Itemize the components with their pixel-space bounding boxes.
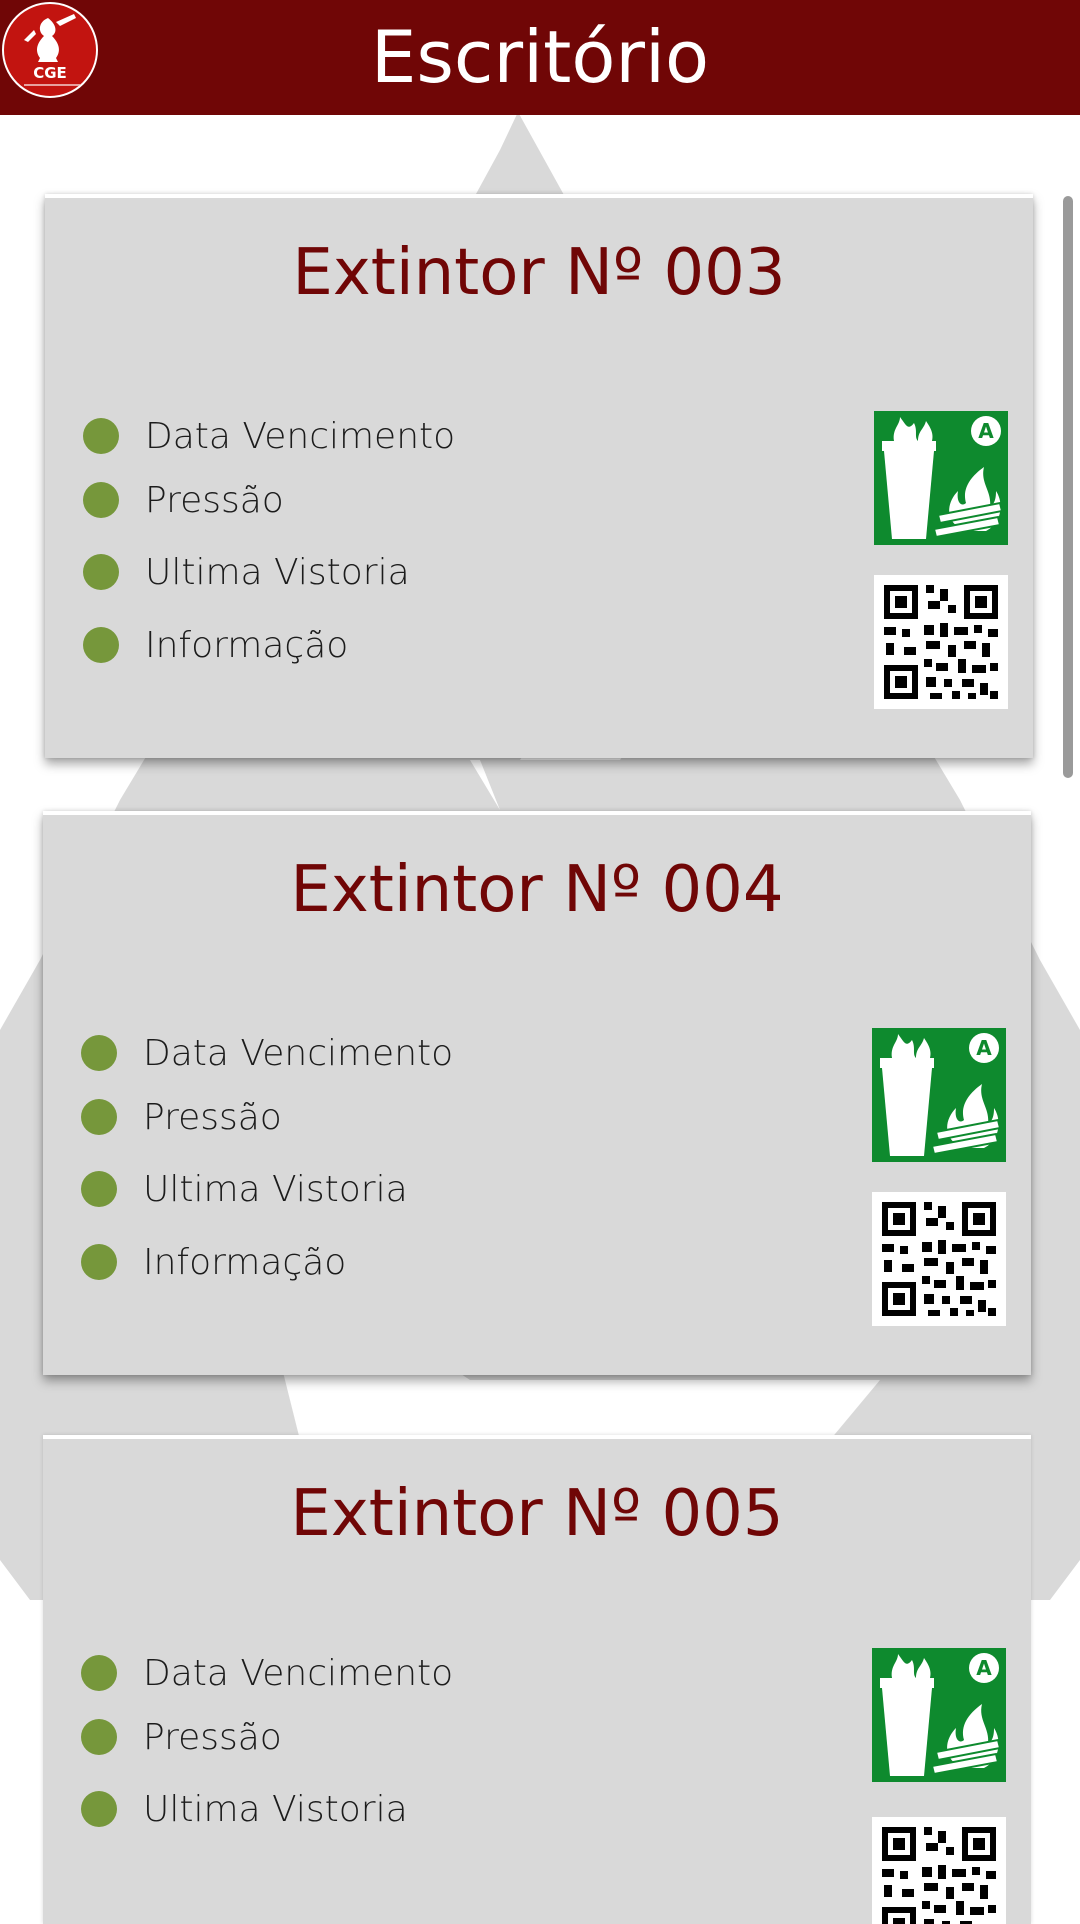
card-title: Extintor Nº 003 [292,236,786,310]
status-dot-icon [83,482,119,518]
qr-code-icon[interactable] [872,1817,1006,1924]
list-item-data-vencimento[interactable]: Data Vencimento [81,1029,453,1077]
card-title: Extintor Nº 005 [290,1477,784,1551]
qr-code-icon[interactable] [872,1192,1006,1326]
list-item-label: Data Vencimento [143,1032,454,1074]
status-dot-icon [81,1099,117,1135]
svg-text:A: A [976,1656,992,1680]
extinguisher-card-003[interactable]: Extintor Nº 003 Data Vencimento Pressão … [45,194,1033,758]
status-dot-icon [83,554,119,590]
fire-class-a-sign-icon: A [872,1028,1006,1162]
status-dot-icon [81,1035,117,1071]
list-item-label: Data Vencimento [145,415,456,457]
list-item-label: Pressão [143,1716,282,1758]
list-item-pressao[interactable]: Pressão [83,476,284,524]
list-item-pressao[interactable]: Pressão [81,1093,282,1141]
list-item-label: Ultima Vistoria [143,1168,408,1210]
app-header: CGE Escritório [0,0,1080,115]
scrollbar[interactable] [1063,196,1073,778]
status-dot-icon [83,418,119,454]
status-dot-icon [81,1655,117,1691]
list-item-label: Pressão [143,1096,282,1138]
status-dot-icon [83,627,119,663]
page-title: Escritório [370,15,710,99]
list-item-informacao[interactable]: Informação [83,621,348,669]
status-dot-icon [81,1171,117,1207]
list-item-ultima-vistoria[interactable]: Ultima Vistoria [81,1785,408,1833]
list-item-data-vencimento[interactable]: Data Vencimento [83,412,455,460]
list-item-ultima-vistoria[interactable]: Ultima Vistoria [83,548,410,596]
list-item-label: Informação [145,624,349,666]
list-item-ultima-vistoria[interactable]: Ultima Vistoria [81,1165,408,1213]
list-item-label: Informação [143,1241,347,1283]
status-dot-icon [81,1719,117,1755]
svg-text:A: A [976,1036,992,1060]
fire-class-a-sign-icon: A [874,411,1008,545]
qr-code-icon[interactable] [874,575,1008,709]
list-item-label: Data Vencimento [143,1652,454,1694]
status-dot-icon [81,1791,117,1827]
extinguisher-card-004[interactable]: Extintor Nº 004 Data Vencimento Pressão … [43,811,1031,1375]
card-title: Extintor Nº 004 [290,853,784,927]
list-item-label: Ultima Vistoria [143,1788,408,1830]
svg-text:A: A [978,419,994,443]
extinguisher-card-005[interactable]: Extintor Nº 005 Data Vencimento Pressão … [43,1435,1031,1924]
list-item-pressao[interactable]: Pressão [81,1713,282,1761]
status-dot-icon [81,1244,117,1280]
list-item-label: Ultima Vistoria [145,551,410,593]
list-item-label: Pressão [145,479,284,521]
fire-class-a-sign-icon: A [872,1648,1006,1782]
list-item-informacao[interactable]: Informação [81,1238,346,1286]
list-item-data-vencimento[interactable]: Data Vencimento [81,1649,453,1697]
